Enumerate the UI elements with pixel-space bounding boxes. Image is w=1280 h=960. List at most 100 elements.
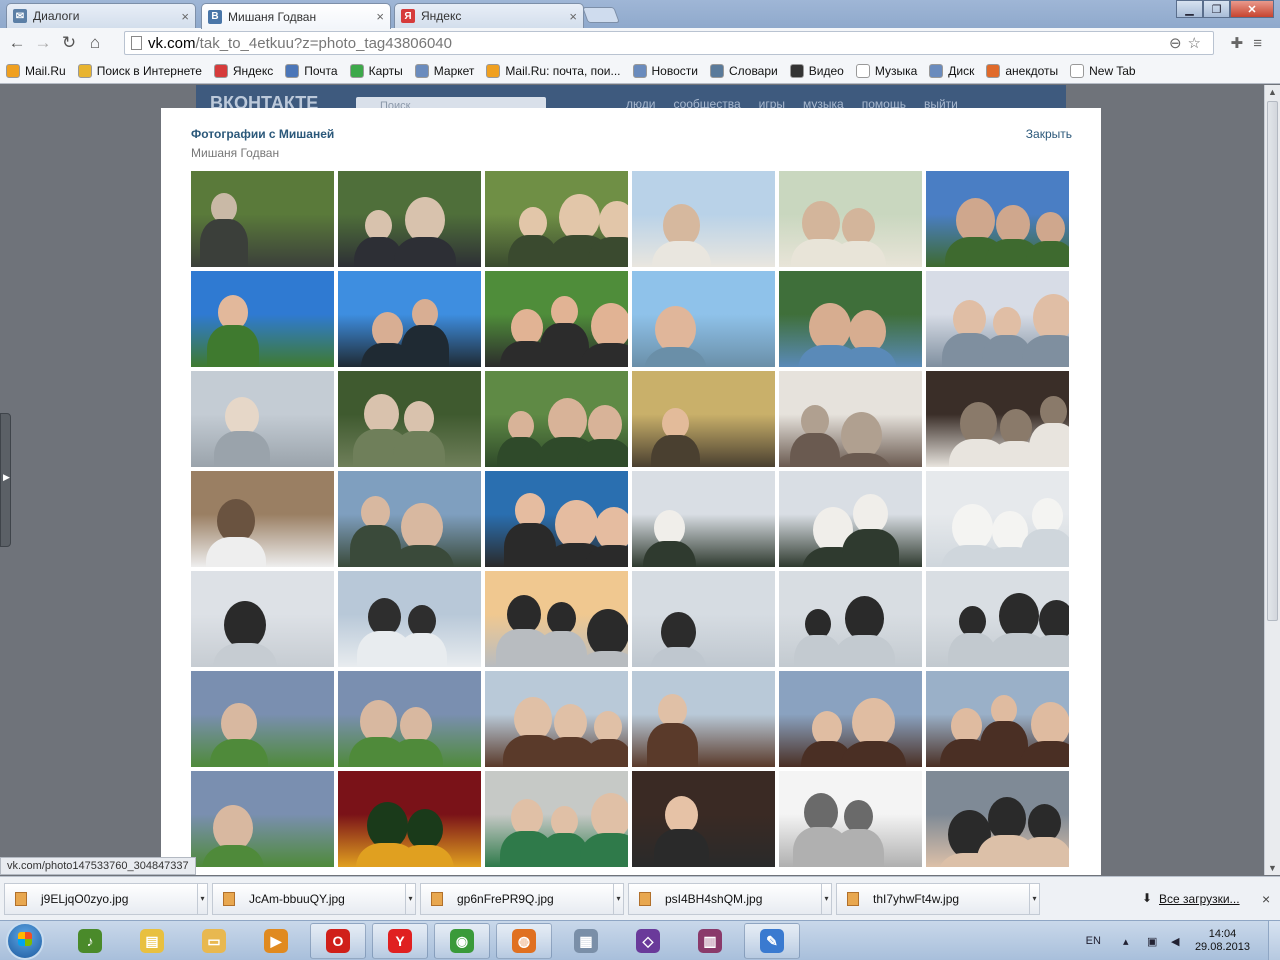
download-item[interactable]: j9ELjqO0zyo.jpg ▾ xyxy=(4,883,208,915)
photo-thumbnail[interactable] xyxy=(926,571,1069,667)
close-icon[interactable]: × xyxy=(569,9,577,24)
start-button[interactable] xyxy=(6,922,44,960)
photo-thumbnail[interactable] xyxy=(191,471,334,567)
taskbar-app-button[interactable]: O xyxy=(310,923,366,959)
photo-thumbnail[interactable] xyxy=(338,271,481,367)
photo-thumbnail[interactable] xyxy=(338,771,481,867)
photo-thumbnail[interactable] xyxy=(485,771,628,867)
page-scrollbar[interactable]: ▲ ▼ xyxy=(1264,85,1280,875)
photo-thumbnail[interactable] xyxy=(779,271,922,367)
bookmark-item[interactable]: Словари xyxy=(709,63,778,78)
photo-thumbnail[interactable] xyxy=(779,471,922,567)
bookmark-item[interactable]: Поиск в Интернете xyxy=(77,63,202,78)
reload-icon[interactable]: ↻ xyxy=(56,33,82,53)
tray-arrow-icon[interactable]: ▴ xyxy=(1123,935,1137,948)
scroll-down-icon[interactable]: ▼ xyxy=(1268,863,1277,873)
photo-thumbnail[interactable] xyxy=(338,571,481,667)
bookmark-item[interactable]: Карты xyxy=(349,63,403,78)
all-downloads-link[interactable]: Все загрузки... xyxy=(1159,892,1240,906)
photo-thumbnail[interactable] xyxy=(632,371,775,467)
download-item[interactable]: JcAm-bbuuQY.jpg ▾ xyxy=(212,883,416,915)
photo-thumbnail[interactable] xyxy=(632,571,775,667)
bookmark-item[interactable]: Музыка xyxy=(855,63,917,78)
photo-thumbnail[interactable] xyxy=(632,771,775,867)
home-icon[interactable]: ⌂ xyxy=(82,33,108,53)
modal-subtitle[interactable]: Мишаня Годван xyxy=(191,146,279,160)
bookmark-item[interactable]: Яндекс xyxy=(213,63,273,78)
taskbar-app-button[interactable]: ▤ xyxy=(124,923,180,959)
taskbar-app-button[interactable]: ◇ xyxy=(620,923,676,959)
photo-thumbnail[interactable] xyxy=(485,271,628,367)
close-icon[interactable]: × xyxy=(1262,891,1270,907)
photo-thumbnail[interactable] xyxy=(779,171,922,267)
zoom-icon[interactable]: ⊖ xyxy=(1169,35,1188,52)
photo-thumbnail[interactable] xyxy=(779,771,922,867)
download-item[interactable]: psI4BH4shQM.jpg ▾ xyxy=(628,883,832,915)
scrollbar-thumb[interactable] xyxy=(1267,101,1278,621)
close-icon[interactable]: × xyxy=(376,9,384,24)
photo-thumbnail[interactable] xyxy=(338,171,481,267)
new-tab-button[interactable] xyxy=(582,7,620,23)
photo-thumbnail[interactable] xyxy=(926,371,1069,467)
taskbar-app-button[interactable]: ♪ xyxy=(62,923,118,959)
photo-thumbnail[interactable] xyxy=(779,671,922,767)
chevron-down-icon[interactable]: ▾ xyxy=(405,884,415,914)
photo-thumbnail[interactable] xyxy=(632,471,775,567)
photo-thumbnail[interactable] xyxy=(632,271,775,367)
chevron-down-icon[interactable]: ▾ xyxy=(613,884,623,914)
photo-thumbnail[interactable] xyxy=(485,371,628,467)
scroll-up-icon[interactable]: ▲ xyxy=(1268,87,1277,97)
close-icon[interactable]: × xyxy=(181,9,189,24)
bookmark-item[interactable]: Видео xyxy=(789,63,844,78)
network-icon[interactable]: ▣ xyxy=(1147,935,1161,948)
star-icon[interactable]: ☆ xyxy=(1188,35,1207,52)
wrench-icon[interactable]: ≡ xyxy=(1253,35,1272,52)
bookmark-item[interactable]: Mail.Ru: почта, пои... xyxy=(486,63,621,78)
taskbar-app-button[interactable]: ✎ xyxy=(744,923,800,959)
bookmark-item[interactable]: Новости xyxy=(632,63,698,78)
bookmark-item[interactable]: Почта xyxy=(285,63,338,78)
photo-thumbnail[interactable] xyxy=(926,671,1069,767)
photo-thumbnail[interactable] xyxy=(926,171,1069,267)
bookmark-item[interactable]: Маркет xyxy=(414,63,474,78)
download-item[interactable]: gp6nFrePR9Q.jpg ▾ xyxy=(420,883,624,915)
bookmark-item[interactable]: Диск xyxy=(929,63,974,78)
language-indicator[interactable]: EN xyxy=(1086,935,1101,947)
volume-icon[interactable]: ◀ xyxy=(1171,935,1185,948)
photo-thumbnail[interactable] xyxy=(338,671,481,767)
photo-thumbnail[interactable] xyxy=(191,771,334,867)
photo-thumbnail[interactable] xyxy=(191,671,334,767)
taskbar-app-button[interactable]: ▥ xyxy=(682,923,738,959)
photo-thumbnail[interactable] xyxy=(926,771,1069,867)
chevron-down-icon[interactable]: ▾ xyxy=(821,884,831,914)
photo-thumbnail[interactable] xyxy=(191,371,334,467)
address-bar[interactable]: vk.com/tak_to_4etkuu?z=photo_tag43806040… xyxy=(124,31,1214,55)
photo-thumbnail[interactable] xyxy=(779,571,922,667)
clock[interactable]: 14:04 29.08.2013 xyxy=(1195,928,1250,954)
forward-icon[interactable]: → xyxy=(30,33,56,53)
photo-thumbnail[interactable] xyxy=(632,671,775,767)
taskbar-app-button[interactable]: ▶ xyxy=(248,923,304,959)
tab-yandex[interactable]: Я Яндекс × xyxy=(394,3,584,28)
download-item[interactable]: thI7yhwFt4w.jpg ▾ xyxy=(836,883,1040,915)
minimize-button[interactable]: ▁ xyxy=(1176,0,1203,18)
photo-thumbnail[interactable] xyxy=(485,671,628,767)
close-button[interactable]: Закрыть xyxy=(1026,127,1072,141)
photo-thumbnail[interactable] xyxy=(338,371,481,467)
bookmark-item[interactable]: New Tab xyxy=(1070,63,1136,78)
photo-thumbnail[interactable] xyxy=(191,271,334,367)
photo-thumbnail[interactable] xyxy=(632,171,775,267)
taskbar-app-button[interactable]: ◉ xyxy=(434,923,490,959)
taskbar-app-button[interactable]: Y xyxy=(372,923,428,959)
photo-thumbnail[interactable] xyxy=(485,171,628,267)
bookmark-item[interactable]: анекдоты xyxy=(986,63,1058,78)
chevron-down-icon[interactable]: ▾ xyxy=(1029,884,1039,914)
taskbar-app-button[interactable]: ◍ xyxy=(496,923,552,959)
tab-mishanya-godvan[interactable]: B Мишаня Годван × xyxy=(201,3,391,29)
show-desktop-button[interactable] xyxy=(1268,921,1280,960)
tab-dialogs[interactable]: ✉ Диалоги × xyxy=(6,3,196,28)
photo-thumbnail[interactable] xyxy=(926,271,1069,367)
close-window-button[interactable]: ✕ xyxy=(1230,0,1274,18)
maximize-button[interactable]: ❐ xyxy=(1203,0,1230,18)
back-icon[interactable]: ← xyxy=(4,33,30,53)
